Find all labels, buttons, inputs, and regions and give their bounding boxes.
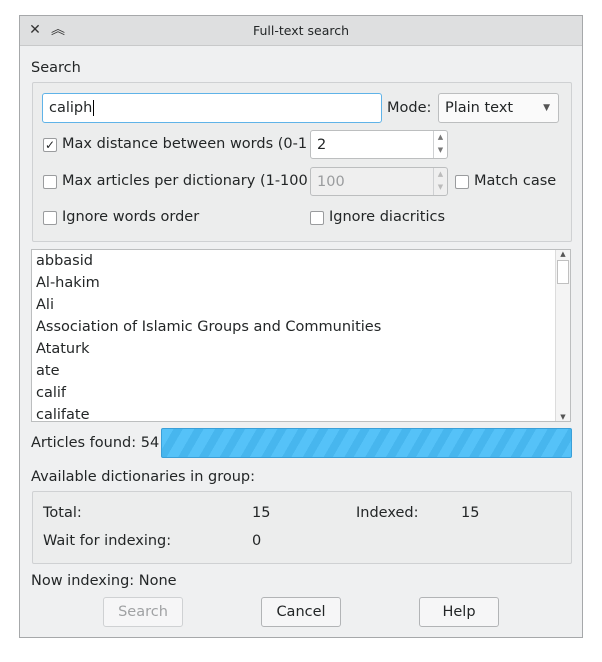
window-title: Full-text search: [252, 23, 350, 38]
ignore-order-checkbox[interactable]: [43, 211, 57, 225]
list-item[interactable]: Association of Islamic Groups and Commun…: [32, 316, 570, 338]
list-item[interactable]: califate: [32, 404, 570, 421]
max-articles-label: Max articles per dictionary (1-1000: [62, 173, 307, 189]
wait-value: 0: [252, 533, 262, 549]
list-item[interactable]: Ali: [32, 294, 570, 316]
progress-bar: [161, 428, 572, 458]
max-distance-checkbox[interactable]: ✓: [43, 138, 57, 152]
results-list[interactable]: abbasid Al-hakim Ali Association of Isla…: [31, 249, 571, 422]
max-articles-checkbox[interactable]: [43, 175, 57, 189]
indexed-label: Indexed:: [356, 505, 419, 521]
wait-label: Wait for indexing:: [43, 533, 172, 549]
scrollbar[interactable]: ▲ ▼: [555, 250, 570, 421]
spin-arrows-icon[interactable]: ▲ ▼: [433, 131, 447, 158]
max-distance-label: Max distance between words (0-15: [62, 136, 307, 152]
search-input[interactable]: caliph: [42, 93, 382, 123]
chevron-down-icon: ▼: [543, 103, 550, 113]
max-distance-spinbox[interactable]: 2 ▲ ▼: [310, 130, 448, 159]
help-button[interactable]: Help: [419, 597, 499, 627]
search-group-label: Search: [31, 60, 81, 76]
scrollbar-thumb[interactable]: [557, 260, 569, 284]
ignore-diacritics-label: Ignore diacritics: [329, 209, 446, 225]
scroll-down-icon[interactable]: ▼: [556, 413, 570, 421]
match-case-checkbox[interactable]: [455, 175, 469, 189]
scroll-up-icon[interactable]: ▲: [556, 250, 570, 258]
available-dictionaries-label: Available dictionaries in group:: [31, 469, 256, 485]
total-value: 15: [252, 505, 271, 521]
indexed-value: 15: [461, 505, 480, 521]
list-item[interactable]: abbasid: [32, 250, 570, 272]
now-indexing-label: Now indexing: None: [31, 573, 177, 589]
mode-label: Mode:: [387, 100, 432, 116]
spin-arrows-icon: ▲ ▼: [433, 168, 447, 195]
ignore-diacritics-checkbox[interactable]: [310, 211, 324, 225]
mode-select[interactable]: Plain text ▼: [438, 93, 559, 123]
full-text-search-dialog: ✕ ︽ Full-text search Search caliph Mode:…: [19, 15, 583, 638]
list-item[interactable]: Al-hakim: [32, 272, 570, 294]
search-button[interactable]: Search: [103, 597, 183, 627]
articles-found-label: Articles found: 54: [31, 435, 160, 451]
list-item[interactable]: calif: [32, 382, 570, 404]
list-item[interactable]: Ataturk: [32, 338, 570, 360]
cancel-button[interactable]: Cancel: [261, 597, 341, 627]
match-case-label: Match case: [474, 173, 557, 189]
list-item[interactable]: ate: [32, 360, 570, 382]
title-bar: ✕ ︽ Full-text search: [20, 16, 582, 46]
ignore-order-label: Ignore words order: [62, 209, 200, 225]
dictionaries-frame: [32, 491, 572, 564]
max-articles-spinbox[interactable]: 100 ▲ ▼: [310, 167, 448, 196]
total-label: Total:: [43, 505, 82, 521]
